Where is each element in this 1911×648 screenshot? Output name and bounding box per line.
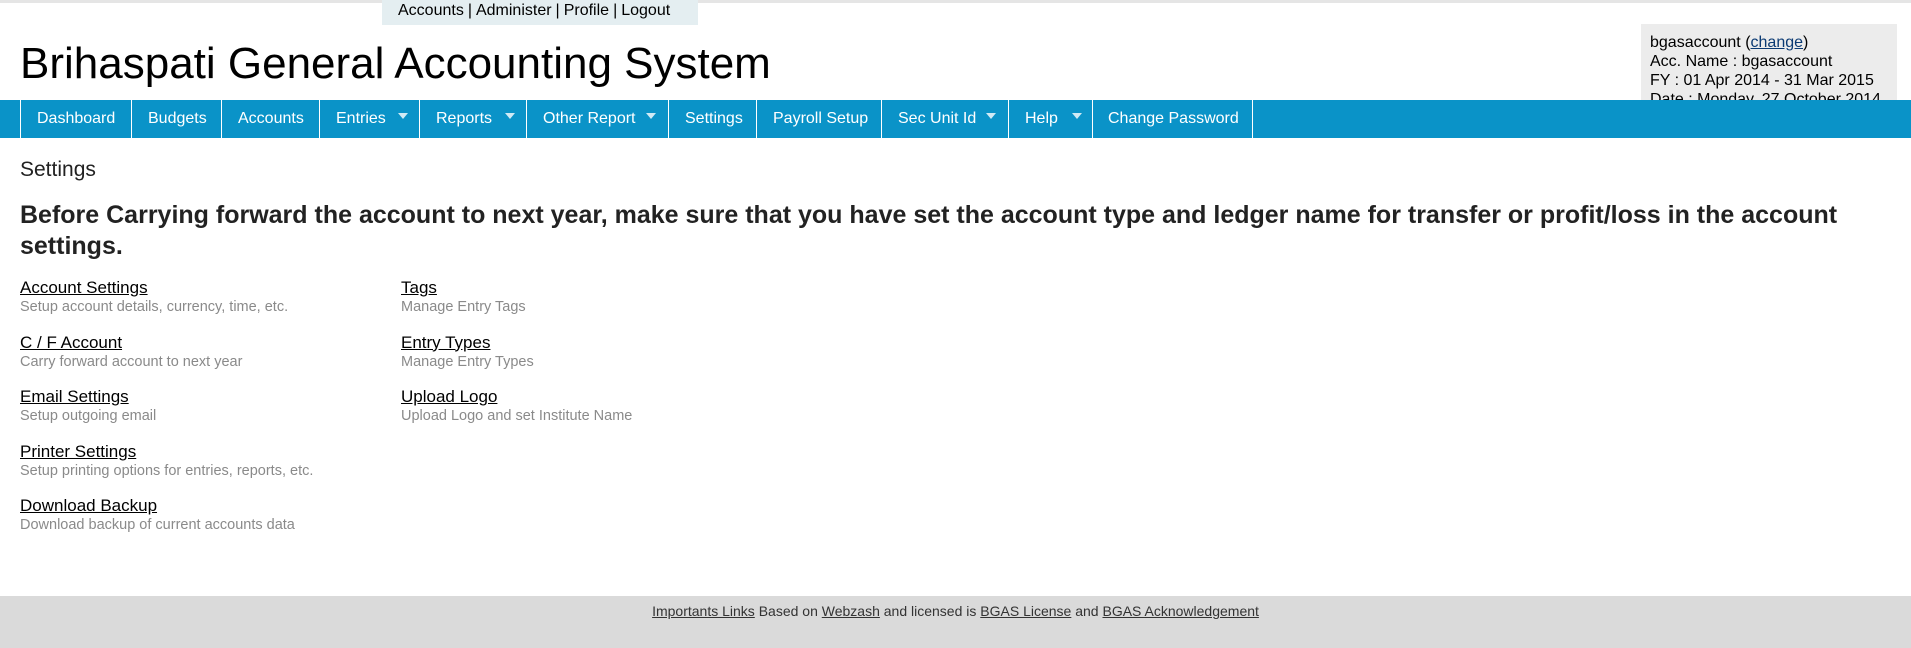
list-item: Download Backup Download backup of curre…	[20, 495, 380, 550]
nav-item-label: Settings	[685, 110, 743, 127]
nav-item-entries[interactable]: Entries	[319, 100, 419, 138]
page-title: Settings	[20, 158, 96, 181]
chevron-down-icon	[398, 113, 408, 119]
chevron-down-icon	[646, 113, 656, 119]
nav-item-reports[interactable]: Reports	[419, 100, 526, 138]
nav-item-other-report[interactable]: Other Report	[526, 100, 668, 138]
app-title: Brihaspati General Accounting System	[20, 39, 771, 88]
nav-item-label: Dashboard	[37, 110, 116, 127]
nav-item-label: Payroll Setup	[773, 110, 869, 127]
financial-year: FY : 01 Apr 2014 - 31 Mar 2015	[1650, 72, 1874, 89]
change-account-link[interactable]: change	[1751, 34, 1804, 51]
setting-description: Upload Logo and set Institute Name	[401, 408, 633, 424]
nav-item-label: Change Password	[1108, 110, 1239, 127]
carry-forward-warning: Before Carrying forward the account to n…	[20, 201, 1838, 260]
bgas-license-link[interactable]: BGAS License	[980, 603, 1071, 619]
chevron-down-icon	[1072, 113, 1082, 119]
list-item: Account Settings Setup account details, …	[20, 277, 380, 332]
settings-list-right: Tags Manage Entry Tags Entry Types Manag…	[401, 277, 801, 441]
tags-link[interactable]: Tags	[401, 277, 801, 299]
printer-settings-link[interactable]: Printer Settings	[20, 441, 380, 463]
list-item: C / F Account Carry forward account to n…	[20, 332, 380, 387]
nav-item-dashboard[interactable]: Dashboard	[20, 100, 131, 138]
nav-item-label: Entries	[336, 110, 386, 127]
important-links-link[interactable]: Importants Links	[652, 603, 755, 619]
nav-item-label: Help	[1025, 110, 1058, 127]
email-settings-link[interactable]: Email Settings	[20, 386, 380, 408]
nav-item-accounts[interactable]: Accounts	[221, 100, 319, 138]
chevron-down-icon	[986, 113, 996, 119]
setting-description: Setup outgoing email	[20, 408, 157, 424]
setting-description: Manage Entry Tags	[401, 299, 526, 315]
top-link-administer[interactable]: Administer	[476, 2, 552, 19]
nav-item-label: Other Report	[543, 110, 636, 127]
nav-item-label: Budgets	[148, 110, 207, 127]
footer-text: and	[1075, 603, 1099, 619]
setting-description: Download backup of current accounts data	[20, 517, 295, 533]
top-link-accounts[interactable]: Accounts	[398, 2, 464, 19]
nav-item-help[interactable]: Help	[1008, 100, 1092, 138]
list-item: Entry Types Manage Entry Types	[401, 332, 801, 387]
footer-text: Based on	[758, 603, 818, 619]
setting-description: Setup printing options for entries, repo…	[20, 462, 314, 479]
webzash-link[interactable]: Webzash	[822, 603, 880, 619]
nav-items: Dashboard Budgets Accounts Entries Repor…	[20, 100, 1253, 138]
setting-description: Carry forward account to next year	[20, 353, 243, 370]
list-item: Tags Manage Entry Tags	[401, 277, 801, 332]
nav-item-sec-unit-id[interactable]: Sec Unit Id	[881, 100, 1008, 138]
list-item: Email Settings Setup outgoing email	[20, 386, 380, 441]
main-navbar: Dashboard Budgets Accounts Entries Repor…	[0, 100, 1911, 138]
chevron-down-icon	[505, 113, 515, 119]
nav-item-change-password[interactable]: Change Password	[1092, 100, 1253, 138]
bgas-acknowledgement-link[interactable]: BGAS Acknowledgement	[1102, 603, 1258, 619]
top-links-bar: Accounts | Administer | Profile | Logout	[382, 0, 698, 25]
setting-description: Manage Entry Types	[401, 353, 534, 370]
username: bgasaccount	[1650, 34, 1741, 51]
nav-item-label: Sec Unit Id	[898, 110, 977, 127]
footer-text: and licensed is	[883, 603, 977, 619]
top-link-profile[interactable]: Profile	[564, 2, 609, 19]
paren-close: )	[1803, 34, 1809, 51]
nav-item-payroll-setup[interactable]: Payroll Setup	[756, 100, 881, 138]
download-backup-link[interactable]: Download Backup	[20, 495, 380, 517]
setting-description: Setup account details, currency, time, e…	[20, 299, 289, 315]
top-links-separator: |	[467, 2, 472, 19]
settings-list-left: Account Settings Setup account details, …	[20, 277, 380, 550]
top-link-logout[interactable]: Logout	[621, 2, 670, 19]
top-border	[0, 0, 1911, 3]
account-name: Acc. Name : bgasaccount	[1650, 53, 1833, 70]
upload-logo-link[interactable]: Upload Logo	[401, 386, 801, 408]
list-item: Upload Logo Upload Logo and set Institut…	[401, 386, 801, 441]
user-line: bgasaccount (change)	[1650, 33, 1888, 52]
account-settings-link[interactable]: Account Settings	[20, 277, 380, 299]
nav-item-budgets[interactable]: Budgets	[131, 100, 221, 138]
nav-item-label: Accounts	[238, 110, 304, 127]
nav-item-settings[interactable]: Settings	[668, 100, 756, 138]
cf-account-link[interactable]: C / F Account	[20, 332, 380, 354]
footer: Importants Links Based on Webzash and li…	[0, 596, 1911, 648]
top-links-separator: |	[555, 2, 560, 19]
entry-types-link[interactable]: Entry Types	[401, 332, 801, 354]
nav-item-label: Reports	[436, 110, 493, 127]
top-links-separator: |	[613, 2, 618, 19]
list-item: Printer Settings Setup printing options …	[20, 441, 380, 496]
